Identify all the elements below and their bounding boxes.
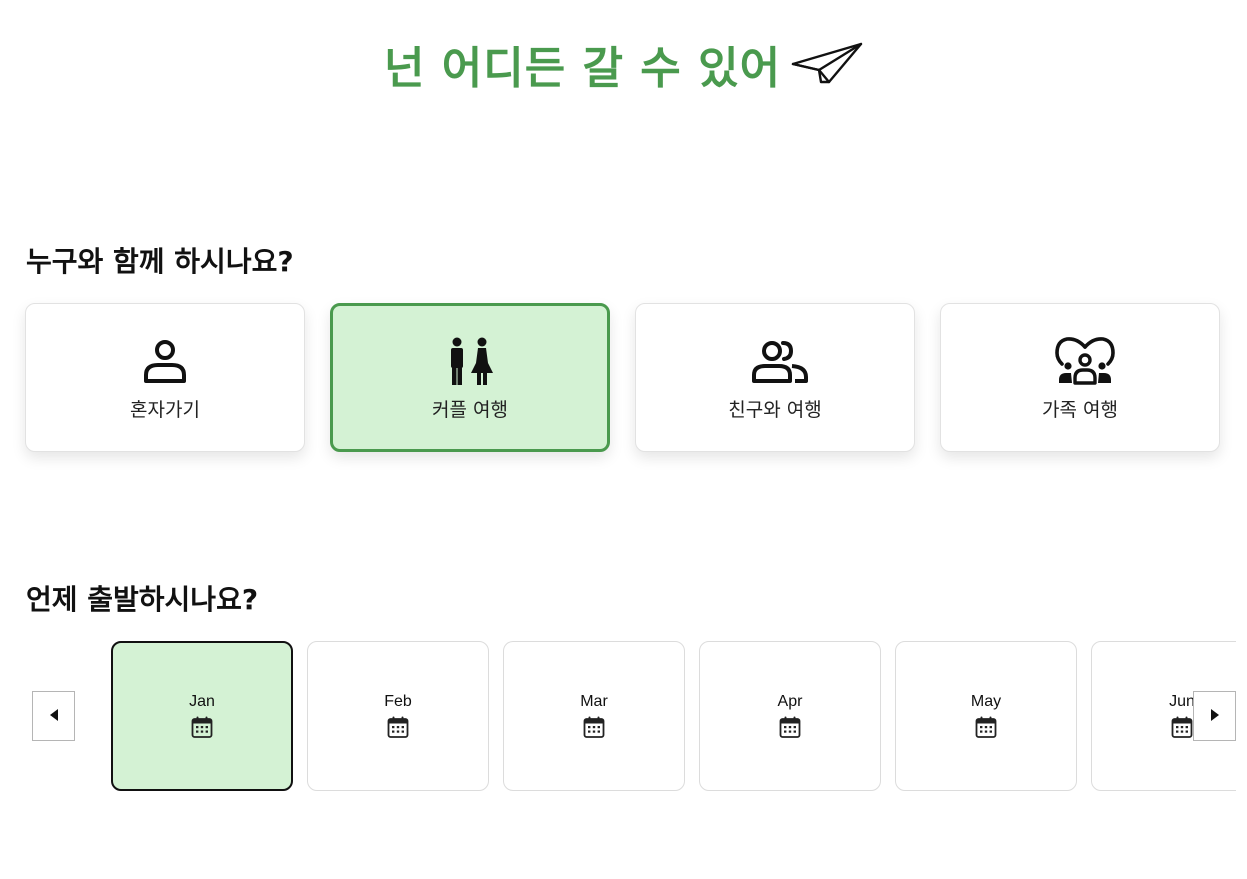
companion-option-label: 커플 여행 [432,399,508,421]
month-card-jan[interactable]: Jan [111,641,293,791]
calendar-icon [974,715,998,739]
calendar-icon [778,715,802,739]
month-label: May [970,693,1002,710]
calendar-icon [582,715,606,739]
companion-option-label: 친구와 여행 [728,399,822,421]
month-card-apr[interactable]: Apr [699,641,881,791]
month-card-mar[interactable]: Mar [503,641,685,791]
month-label: Apr [777,693,803,710]
companion-option-label: 가족 여행 [1042,399,1118,421]
header: 넌 어디든 갈 수 있어 [0,34,1247,94]
page-title: 넌 어디든 갈 수 있어 [383,43,782,94]
caret-right-icon [1209,707,1221,726]
companion-option-friends[interactable]: 친구와 여행 [635,303,915,452]
month-carousel: Jan Feb Mar Apr May Jun [0,641,1247,791]
carousel-next-button[interactable] [1193,691,1236,741]
friends-icon [750,337,808,387]
paper-plane-icon [791,42,863,86]
companion-option-couple[interactable]: 커플 여행 [330,303,610,452]
companion-section-title: 누구와 함께 하시나요? [26,245,294,278]
month-list: Jan Feb Mar Apr May Jun [111,641,1236,791]
month-section-title: 언제 출발하시나요? [26,583,259,616]
month-track: Jan Feb Mar Apr May Jun [111,641,1236,791]
carousel-prev-button[interactable] [32,691,75,741]
couple-icon [445,337,495,387]
companion-option-label: 혼자가기 [130,399,200,421]
companion-option-family[interactable]: 가족 여행 [940,303,1220,452]
month-label: Feb [384,693,412,710]
family-icon [1055,337,1115,387]
page: 넌 어디든 갈 수 있어 누구와 함께 하시나요? 혼자가기 커플 여행 친구와… [0,0,1247,879]
month-label: Jan [189,693,215,710]
month-label: Jun [1169,693,1195,710]
month-card-may[interactable]: May [895,641,1077,791]
companion-options: 혼자가기 커플 여행 친구와 여행 가족 여행 [25,303,1220,452]
caret-left-icon [48,707,60,726]
calendar-icon [386,715,410,739]
calendar-icon [190,715,214,739]
single-person-icon [140,337,190,387]
month-label: Mar [580,693,608,710]
calendar-icon [1170,715,1194,739]
companion-option-solo[interactable]: 혼자가기 [25,303,305,452]
month-card-feb[interactable]: Feb [307,641,489,791]
